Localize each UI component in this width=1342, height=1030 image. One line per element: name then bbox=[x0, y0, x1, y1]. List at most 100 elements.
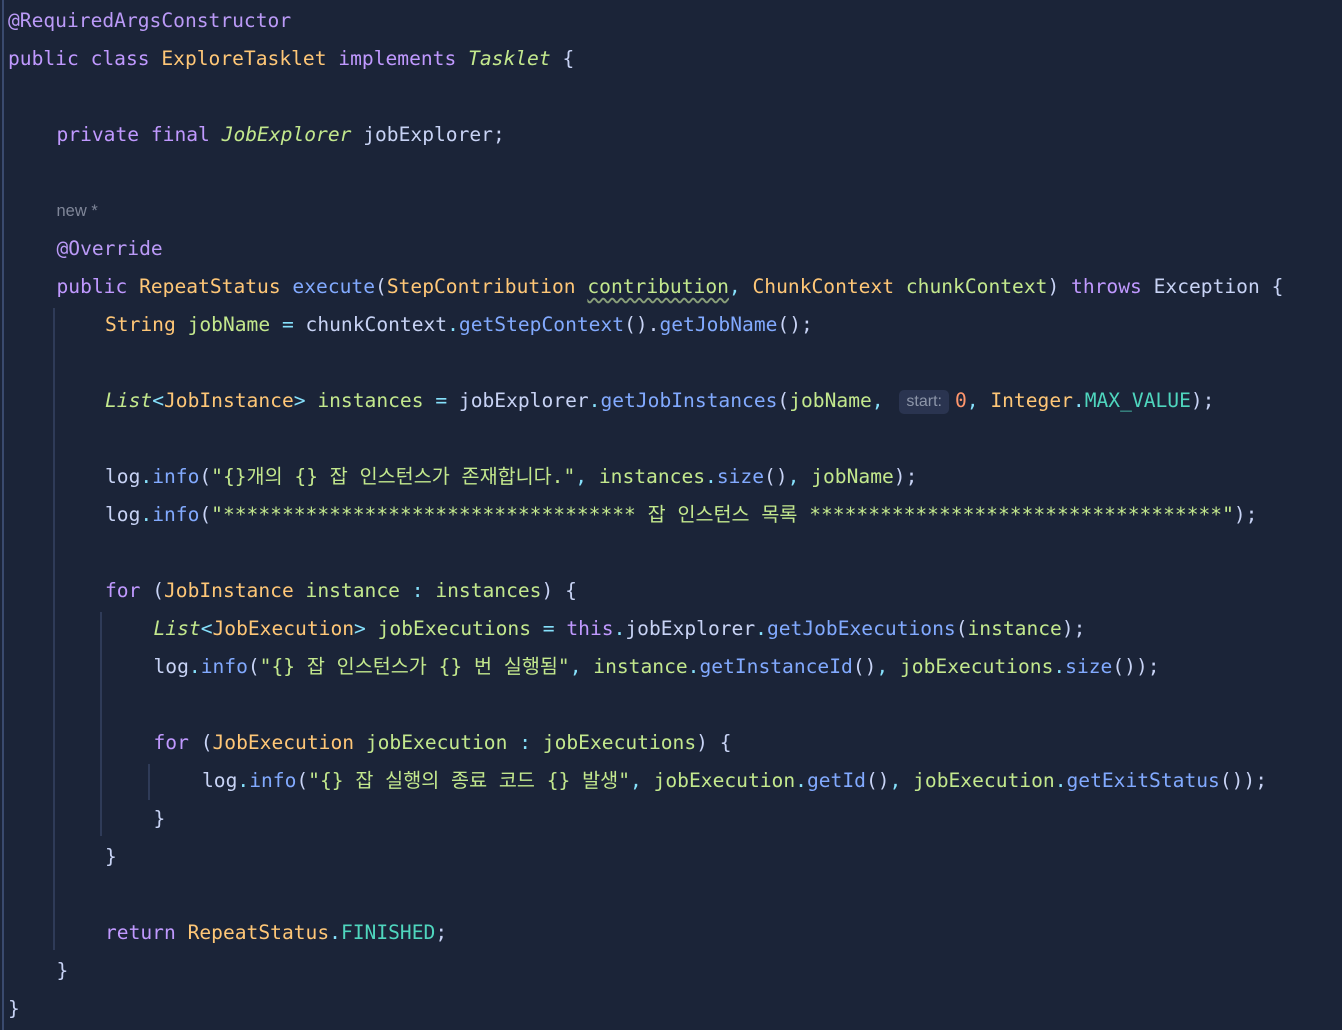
code-token: . bbox=[613, 617, 626, 640]
code-token: log bbox=[105, 465, 141, 488]
code-token: . bbox=[588, 389, 601, 412]
code-line[interactable]: String jobName = chunkContext.getStepCon… bbox=[105, 306, 813, 344]
code-token: > bbox=[354, 617, 378, 640]
code-token: getJobInstances bbox=[600, 389, 778, 412]
code-token: . bbox=[140, 503, 153, 526]
code-token: ( bbox=[296, 769, 309, 792]
code-editor[interactable]: @RequiredArgsConstructor public class Exp… bbox=[0, 0, 1342, 1030]
code-token: . bbox=[140, 465, 153, 488]
code-token: RepeatStatus bbox=[139, 275, 281, 298]
code-token: . bbox=[687, 655, 700, 678]
code-token: ); bbox=[893, 465, 918, 488]
code-token: jobName bbox=[175, 313, 282, 336]
code-token: log bbox=[202, 769, 238, 792]
code-token: ( bbox=[955, 617, 968, 640]
code-token: jobExecution bbox=[653, 769, 796, 792]
code-token: JobExecution bbox=[212, 617, 355, 640]
code-token: ); bbox=[1061, 617, 1086, 640]
code-token: ); bbox=[1233, 503, 1258, 526]
code-token: instance bbox=[293, 579, 412, 602]
code-line[interactable]: } bbox=[154, 800, 166, 838]
editor-left-border bbox=[2, 0, 4, 1030]
code-token: ()); bbox=[1112, 655, 1160, 678]
code-token: () bbox=[764, 465, 788, 488]
code-token: = bbox=[281, 313, 306, 336]
code-line[interactable]: @RequiredArgsConstructor bbox=[8, 2, 291, 40]
code-token: instance bbox=[967, 617, 1062, 640]
code-token: } bbox=[8, 997, 20, 1020]
code-token: } bbox=[153, 807, 166, 830]
code-line[interactable]: } bbox=[105, 838, 117, 876]
code-token: . bbox=[705, 465, 717, 488]
code-line[interactable]: @Override bbox=[57, 230, 163, 268]
parameter-hint: start: bbox=[899, 390, 949, 414]
code-line[interactable]: log.info("{} 잡 실행의 종료 코드 {} 발생", jobExec… bbox=[202, 762, 1267, 800]
code-token: ; bbox=[435, 921, 448, 944]
code-token: Exception bbox=[1153, 275, 1260, 298]
code-token: , bbox=[871, 389, 896, 412]
code-token: jobExecution bbox=[913, 769, 1055, 792]
code-token: MAX_VALUE bbox=[1084, 389, 1191, 412]
code-token: ( bbox=[777, 389, 790, 412]
code-token: getExitStatus bbox=[1066, 769, 1220, 792]
code-token: ChunkContext bbox=[752, 275, 895, 298]
code-token: , bbox=[728, 275, 753, 298]
code-token: . bbox=[1072, 389, 1085, 412]
code-token: jobName bbox=[811, 465, 894, 488]
code-line[interactable]: private final JobExplorer jobExplorer; bbox=[57, 116, 505, 154]
code-token: (). bbox=[624, 313, 660, 336]
code-token: Integer bbox=[990, 389, 1073, 412]
code-token: ( bbox=[247, 655, 260, 678]
code-token: getJobName bbox=[659, 313, 778, 336]
code-token: for bbox=[153, 731, 201, 754]
code-line[interactable]: public RepeatStatus execute(StepContribu… bbox=[57, 268, 1284, 306]
code-token: getStepContext bbox=[458, 313, 625, 336]
code-line[interactable]: return RepeatStatus.FINISHED; bbox=[105, 914, 447, 952]
code-token: execute bbox=[280, 275, 376, 298]
code-token: jobExecution bbox=[354, 731, 520, 754]
code-token: public class bbox=[8, 47, 162, 70]
code-token: : bbox=[519, 731, 543, 754]
code-line[interactable]: public class ExploreTasklet implements T… bbox=[8, 40, 574, 78]
code-token: { bbox=[550, 47, 575, 70]
code-token: ); bbox=[1190, 389, 1215, 412]
code-token: , bbox=[876, 655, 901, 678]
code-token: RepeatStatus bbox=[187, 921, 330, 944]
code-token: . bbox=[188, 655, 201, 678]
code-token: getId bbox=[806, 769, 866, 792]
code-line[interactable]: } bbox=[57, 952, 69, 990]
code-token: jobExplorer; bbox=[351, 123, 505, 146]
code-token: () bbox=[865, 769, 890, 792]
code-token: . bbox=[1053, 655, 1066, 678]
code-token: } bbox=[105, 845, 117, 868]
code-line[interactable]: log.info("{}개의 {} 잡 인스턴스가 존재합니다.", insta… bbox=[105, 458, 917, 496]
code-token: . bbox=[447, 313, 459, 336]
code-token: for bbox=[105, 579, 153, 602]
code-line[interactable]: List<JobExecution> jobExecutions = this.… bbox=[154, 610, 1086, 648]
code-token: instances bbox=[435, 579, 542, 602]
code-token: List bbox=[153, 617, 201, 640]
code-token: , bbox=[966, 389, 991, 412]
code-line[interactable]: log.info("{} 잡 인스턴스가 {} 번 실행됨", instance… bbox=[154, 648, 1160, 686]
code-token: FINISHED bbox=[340, 921, 436, 944]
code-token: instances bbox=[317, 389, 436, 412]
code-token: , bbox=[569, 655, 594, 678]
code-token: instance bbox=[593, 655, 688, 678]
code-token: jobExecutions bbox=[900, 655, 1054, 678]
code-token: List bbox=[105, 389, 153, 412]
code-token: , bbox=[575, 465, 599, 488]
code-token: : bbox=[411, 579, 436, 602]
code-token: < bbox=[152, 389, 164, 412]
code-token: throws bbox=[1071, 275, 1154, 298]
code-line[interactable]: log.info("******************************… bbox=[105, 496, 1257, 534]
code-token: ( bbox=[199, 503, 212, 526]
code-line[interactable]: for (JobExecution jobExecution : jobExec… bbox=[154, 724, 732, 762]
code-token: log bbox=[153, 655, 189, 678]
code-token: = bbox=[435, 389, 459, 412]
code-token: info bbox=[249, 769, 297, 792]
code-line[interactable]: } bbox=[8, 990, 20, 1028]
code-line[interactable]: List<JobInstance> instances = jobExplore… bbox=[105, 382, 1214, 420]
code-line[interactable]: for (JobInstance instance : instances) { bbox=[105, 572, 577, 610]
indent-guide-method-body bbox=[53, 308, 55, 950]
usage-hint-line[interactable]: new * bbox=[57, 192, 98, 230]
